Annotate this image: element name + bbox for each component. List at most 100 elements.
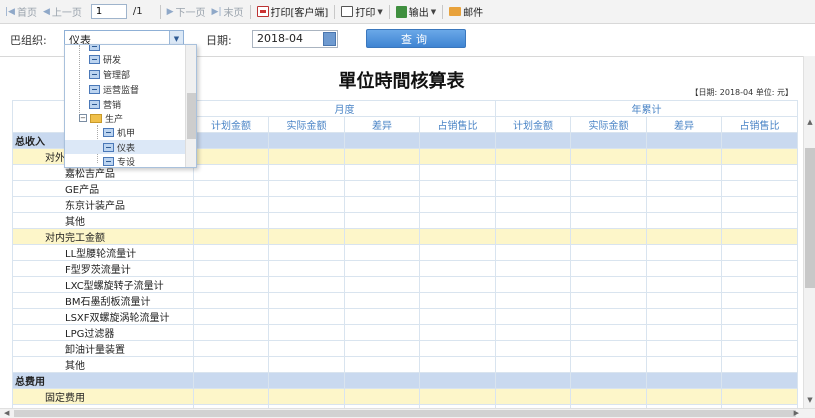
table-cell	[344, 356, 420, 373]
table-cell	[419, 244, 496, 261]
tree-item[interactable]: 营销	[65, 97, 185, 111]
table-cell	[495, 308, 571, 325]
table-cell	[193, 164, 269, 181]
table-cell	[570, 276, 647, 293]
table-cell	[419, 340, 496, 357]
dropdown-scrollbar[interactable]	[185, 45, 196, 167]
table-cell	[268, 228, 345, 245]
tree-item[interactable]: 研发	[65, 52, 185, 66]
row-label: GE产品	[12, 180, 194, 197]
row-label: 对内完工金额	[12, 228, 194, 245]
mail-button[interactable]: 邮件	[446, 2, 486, 22]
table-cell	[570, 372, 647, 389]
calendar-icon[interactable]	[323, 32, 336, 46]
table-cell	[419, 196, 496, 213]
scroll-thumb[interactable]	[805, 148, 815, 288]
print-client-label: 打印[客户端]	[270, 8, 329, 19]
header-month: 月度	[193, 100, 496, 117]
horizontal-scrollbar[interactable]: ◀ ▶	[0, 408, 815, 418]
table-cell	[495, 388, 571, 405]
tree-item-label: 机甲	[117, 128, 136, 139]
tree-item[interactable]: 管理部	[65, 67, 185, 81]
tree-item-label: 管理部	[103, 70, 131, 81]
print-button[interactable]: 打印 ▼	[338, 2, 385, 22]
table-cell	[495, 212, 571, 229]
header-plan: 计划金额	[495, 116, 571, 133]
date-label: 日期:	[206, 34, 232, 47]
table-cell	[570, 324, 647, 341]
table-cell	[419, 308, 496, 325]
toolbar-divider	[159, 4, 161, 19]
print-client-button[interactable]: 打印[客户端]	[254, 2, 332, 22]
table-row: 固定费用	[12, 388, 798, 405]
scroll-down-icon[interactable]: ▼	[804, 394, 815, 406]
table-cell	[344, 324, 420, 341]
scroll-thumb[interactable]	[14, 410, 796, 417]
scroll-left-icon[interactable]: ◀	[4, 409, 9, 417]
table-cell	[268, 180, 345, 197]
table-cell	[646, 292, 722, 309]
row-label: 其他	[12, 212, 194, 229]
table-cell	[268, 164, 345, 181]
first-page-button[interactable]: |◀ 首页	[2, 2, 40, 22]
collapse-icon[interactable]: −	[79, 114, 87, 122]
tree-item[interactable]: 专设	[65, 154, 185, 167]
table-cell	[268, 340, 345, 357]
table-cell	[344, 180, 420, 197]
table-cell	[721, 244, 798, 261]
node-icon	[89, 99, 100, 109]
node-icon	[103, 142, 114, 152]
table-cell	[419, 292, 496, 309]
vertical-scrollbar[interactable]: ▲ ▼	[803, 56, 815, 408]
row-label: LXC型螺旋转子流量计	[12, 276, 194, 293]
table-cell	[721, 132, 798, 149]
folder-icon	[90, 113, 102, 123]
table-cell	[268, 148, 345, 165]
scroll-right-icon[interactable]: ▶	[794, 409, 799, 417]
table-cell	[495, 196, 571, 213]
header-year: 年累计	[495, 100, 798, 117]
table-cell	[495, 324, 571, 341]
prev-page-button[interactable]: ◀ 上一页	[40, 2, 85, 22]
node-icon	[103, 156, 114, 166]
table-cell	[344, 148, 420, 165]
tree-item[interactable]: 运营监督	[65, 82, 185, 96]
table-cell	[646, 388, 722, 405]
table-cell	[268, 356, 345, 373]
table-cell	[721, 180, 798, 197]
table-cell	[721, 212, 798, 229]
tree-item-selected[interactable]: 仪表	[65, 140, 185, 154]
table-cell	[721, 324, 798, 341]
table-cell	[344, 276, 420, 293]
row-label: 固定费用	[12, 388, 194, 405]
scroll-up-icon[interactable]: ▲	[804, 116, 815, 128]
printer-icon	[341, 6, 354, 17]
table-cell	[344, 228, 420, 245]
table-row: 对内完工金额	[12, 228, 798, 245]
table-cell	[495, 132, 571, 149]
date-field[interactable]: 2018-04	[252, 30, 338, 48]
export-button[interactable]: 输出 ▼	[393, 2, 439, 22]
next-page-button[interactable]: ▶ 下一页	[164, 2, 209, 22]
scroll-thumb[interactable]	[187, 93, 196, 139]
query-button[interactable]: 查询	[366, 29, 466, 48]
table-cell	[721, 148, 798, 165]
table-cell	[721, 196, 798, 213]
table-cell	[646, 148, 722, 165]
prev-page-label: 上一页	[51, 8, 82, 19]
table-cell	[268, 388, 345, 405]
table-cell	[193, 196, 269, 213]
table-cell	[646, 276, 722, 293]
report-meta: 【日期: 2018-04 单位: 元】	[690, 88, 793, 97]
tree-item[interactable]: 机甲	[65, 125, 185, 139]
node-icon	[89, 84, 100, 94]
table-cell	[344, 340, 420, 357]
tree-item-folder[interactable]: − 生产	[65, 111, 185, 125]
chevron-down-icon: ▼	[430, 7, 437, 16]
table-cell	[268, 308, 345, 325]
node-icon	[89, 54, 100, 64]
table-cell	[646, 260, 722, 277]
table-cell	[495, 260, 571, 277]
page-number-input[interactable]	[90, 4, 127, 19]
last-page-button[interactable]: ▶| 末页	[209, 2, 247, 22]
